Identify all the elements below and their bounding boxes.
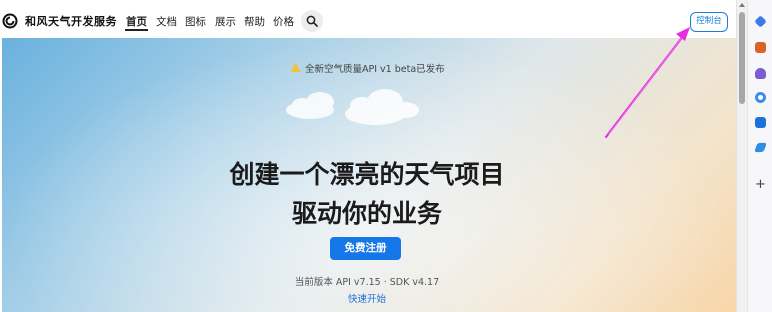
- people-icon[interactable]: [755, 68, 766, 79]
- add-panel-button[interactable]: +: [755, 178, 766, 191]
- nav-pricing[interactable]: 价格: [273, 14, 294, 29]
- toolbox-icon[interactable]: [755, 42, 766, 53]
- version-info: 当前版本 API v7.15 · SDK v4.17: [294, 277, 440, 288]
- outlook-icon[interactable]: [755, 117, 766, 128]
- page: 和风天气开发服务 首页 文档 图标 展示 帮助 价格 控制台 全新空气质量API…: [0, 0, 736, 312]
- cloud-illustration: [286, 89, 419, 125]
- qweather-logo-icon[interactable]: [2, 13, 18, 29]
- scroll-up-arrow-icon[interactable]: [739, 3, 745, 7]
- free-signup-button[interactable]: 免费注册: [330, 237, 401, 260]
- search-button[interactable]: [301, 10, 323, 32]
- announcement-link[interactable]: 全新空气质量API v1 beta已发布: [305, 61, 445, 75]
- nav-help[interactable]: 帮助: [244, 14, 265, 29]
- browser-side-panel: +: [747, 0, 772, 312]
- top-navigation-bar: 和风天气开发服务 首页 文档 图标 展示 帮助 价格 控制台: [0, 0, 736, 38]
- hero-headline-line2: 驱动你的业务: [291, 199, 442, 228]
- hero-banner: 全新空气质量API v1 beta已发布 创建一个漂亮的天气项目 驱动你的业务 …: [2, 38, 736, 312]
- scrollbar-thumb[interactable]: [739, 12, 745, 104]
- nav-icons[interactable]: 图标: [185, 14, 206, 29]
- announcement-icon: [290, 62, 301, 72]
- circle-app-icon[interactable]: [755, 92, 766, 103]
- nav-docs[interactable]: 文档: [156, 14, 177, 29]
- page-scrollbar[interactable]: [736, 0, 747, 312]
- brand-name[interactable]: 和风天气开发服务: [25, 13, 117, 29]
- nav-home[interactable]: 首页: [126, 14, 147, 29]
- search-icon: [306, 15, 318, 27]
- tag-icon[interactable]: [754, 15, 767, 28]
- hero-headline-line1: 创建一个漂亮的天气项目: [229, 160, 505, 189]
- nav-active-indicator: [125, 29, 148, 31]
- quickstart-link[interactable]: 快速开始: [322, 291, 412, 305]
- nav-showcase[interactable]: 展示: [215, 14, 236, 29]
- console-button[interactable]: 控制台: [690, 12, 728, 32]
- pen-icon[interactable]: [754, 142, 767, 153]
